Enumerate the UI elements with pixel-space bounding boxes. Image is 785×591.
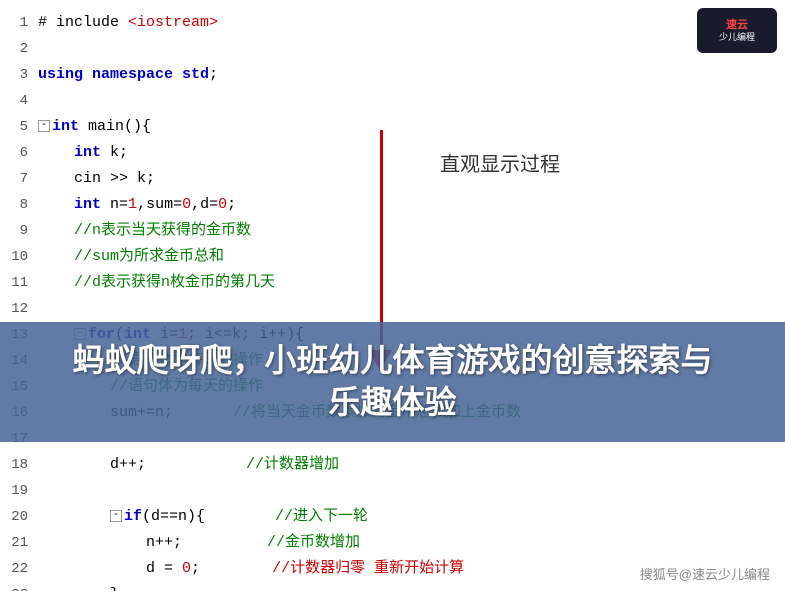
code-line-11: 11 //d表示获得n枚金币的第几天 [0,270,785,296]
logo-text-line1: 速云 [719,18,755,32]
collapse-20[interactable]: - [110,510,122,522]
code-line-5: 5 -int main(){ [0,114,785,140]
code-line-20: 20 -if(d==n){//进入下一轮 [0,504,785,530]
code-line-18: 18 d++;//计数器增加 [0,452,785,478]
code-line-7: 7 cin >> k; [0,166,785,192]
overlay-banner: 蚂蚁爬呀爬，小班幼儿体育游戏的创意探索与 乐趣体验 [0,322,785,442]
code-line-23: 23 } [0,582,785,591]
code-line-12: 12 [0,296,785,322]
code-line-21: 21 n++;//金币数增加 [0,530,785,556]
logo-text-line2: 少儿编程 [719,32,755,44]
code-line-4: 4 [0,88,785,114]
code-line-10: 10 //sum为所求金币总和 [0,244,785,270]
code-editor: 速云 少儿编程 1 # include <iostream> 2 3 using… [0,0,785,591]
collapse-5[interactable]: - [38,120,50,132]
footer-text: 搜狐号@速云少儿编程 [640,564,770,583]
zhiguan-label: 直观显示过程 [440,148,560,177]
code-block: 1 # include <iostream> 2 3 using namespa… [0,0,785,591]
logo: 速云 少儿编程 [697,8,777,53]
code-line-3: 3 using namespace std; [0,62,785,88]
code-line-8: 8 int n=1,sum=0,d=0; [0,192,785,218]
code-line-1: 1 # include <iostream> [0,10,785,36]
code-line-2: 2 [0,36,785,62]
banner-title-line2: 乐趣体验 [328,382,456,424]
code-line-6: 6 int k; [0,140,785,166]
code-line-9: 9 //n表示当天获得的金币数 [0,218,785,244]
code-line-19: 19 [0,478,785,504]
banner-title-line1: 蚂蚁爬呀爬，小班幼儿体育游戏的创意探索与 [72,340,712,382]
